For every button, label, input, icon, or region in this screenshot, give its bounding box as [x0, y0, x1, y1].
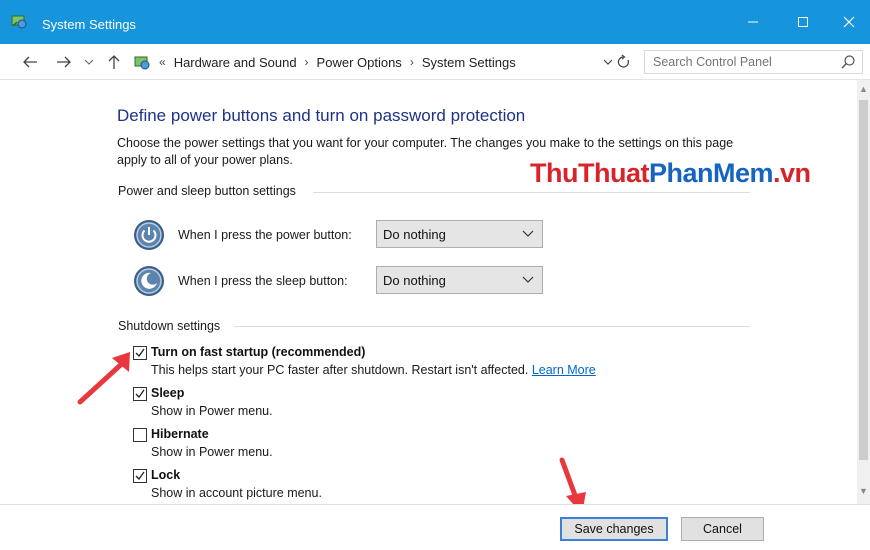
control-panel-icon [134, 56, 150, 70]
scroll-up-icon[interactable]: ▲ [859, 84, 868, 94]
watermark-part-2: PhanMem [648, 158, 774, 188]
breadcrumb-separator-icon: › [304, 55, 309, 69]
lock-label[interactable]: Lock [151, 468, 180, 482]
cancel-button[interactable]: Cancel [681, 517, 764, 541]
power-group-label: Power and sleep button settings [118, 184, 296, 198]
address-bar[interactable]: « Hardware and Sound › Power Options › S… [128, 50, 634, 74]
close-icon [843, 16, 855, 28]
maximize-button[interactable] [780, 0, 826, 44]
navigation-bar: « Hardware and Sound › Power Options › S… [0, 44, 870, 80]
search-input[interactable] [653, 55, 833, 69]
chevron-down-icon [84, 59, 94, 65]
breadcrumb-power-options[interactable]: Power Options [317, 55, 402, 70]
control-panel-icon [11, 15, 27, 29]
learn-more-link[interactable]: Learn More [532, 363, 596, 377]
arrow-right-icon [57, 56, 71, 68]
save-changes-button[interactable]: Save changes [560, 517, 668, 541]
breadcrumb-separator-icon: › [409, 55, 414, 69]
breadcrumb-system-settings[interactable]: System Settings [422, 55, 516, 70]
watermark: ThuThuatPhanMem.vn [530, 158, 811, 189]
hibernate-label[interactable]: Hibernate [151, 427, 209, 441]
search-box[interactable] [644, 50, 863, 74]
shutdown-group-label: Shutdown settings [118, 319, 221, 333]
breadcrumb-hardware-and-sound[interactable]: Hardware and Sound [174, 55, 297, 70]
power-button-select-value: Do nothing [383, 226, 446, 242]
recent-locations-button[interactable] [82, 52, 96, 72]
power-button-select[interactable]: Do nothing [376, 220, 543, 248]
settings-panel: Define power buttons and turn on passwor… [0, 80, 870, 504]
power-button-label: When I press the power button: [178, 228, 352, 242]
annotation-arrow-icon [77, 352, 130, 405]
power-icon [134, 220, 164, 250]
fast-startup-label[interactable]: Turn on fast startup (recommended) [151, 345, 365, 359]
sleep-label[interactable]: Sleep [151, 386, 184, 400]
refresh-button[interactable] [617, 54, 631, 73]
arrow-up-icon [108, 55, 120, 69]
checkmark-icon [135, 471, 145, 481]
address-dropdown-button[interactable] [603, 55, 613, 69]
hibernate-checkbox[interactable] [133, 428, 147, 442]
search-icon[interactable] [840, 54, 856, 70]
sleep-moon-icon [134, 266, 164, 296]
dialog-footer: Save changes Cancel [0, 504, 870, 550]
sleep-button-select-value: Do nothing [383, 272, 446, 288]
sleep-button-select[interactable]: Do nothing [376, 266, 543, 294]
window-title: System Settings [42, 17, 136, 32]
forward-button[interactable] [54, 52, 74, 72]
sleep-button-row: When I press the sleep button: Do nothin… [133, 265, 543, 297]
watermark-part-3: .vn [773, 158, 811, 188]
arrow-left-icon [23, 56, 37, 68]
title-bar: System Settings [0, 0, 870, 44]
chevron-down-icon [522, 230, 534, 237]
refresh-icon [617, 54, 629, 68]
scroll-down-icon[interactable]: ▼ [859, 486, 868, 496]
close-button[interactable] [826, 0, 870, 44]
group-divider [313, 192, 750, 193]
group-divider [234, 326, 750, 327]
page-title: Define power buttons and turn on passwor… [117, 106, 526, 125]
sleep-description: Show in Power menu. [151, 404, 273, 418]
chevron-down-icon [603, 59, 613, 65]
maximize-icon [798, 17, 808, 27]
fast-startup-desc-text: This helps start your PC faster after sh… [151, 363, 529, 377]
lock-description: Show in account picture menu. [151, 486, 322, 500]
minimize-button[interactable] [730, 0, 776, 44]
sleep-button-label: When I press the sleep button: [178, 274, 348, 288]
breadcrumb-overflow[interactable]: « [159, 55, 166, 69]
vertical-scrollbar[interactable]: ▲ ▼ [857, 80, 870, 504]
hibernate-description: Show in Power menu. [151, 445, 273, 459]
power-button-row: When I press the power button: Do nothin… [133, 219, 543, 251]
scrollbar-thumb[interactable] [859, 100, 868, 460]
lock-checkbox[interactable] [133, 469, 147, 483]
minimize-icon [748, 21, 758, 23]
watermark-part-1: ThuThuat [530, 158, 649, 188]
fast-startup-description: This helps start your PC faster after sh… [151, 363, 596, 377]
chevron-down-icon [522, 276, 534, 283]
back-button[interactable] [20, 52, 40, 72]
up-button[interactable] [104, 52, 124, 72]
